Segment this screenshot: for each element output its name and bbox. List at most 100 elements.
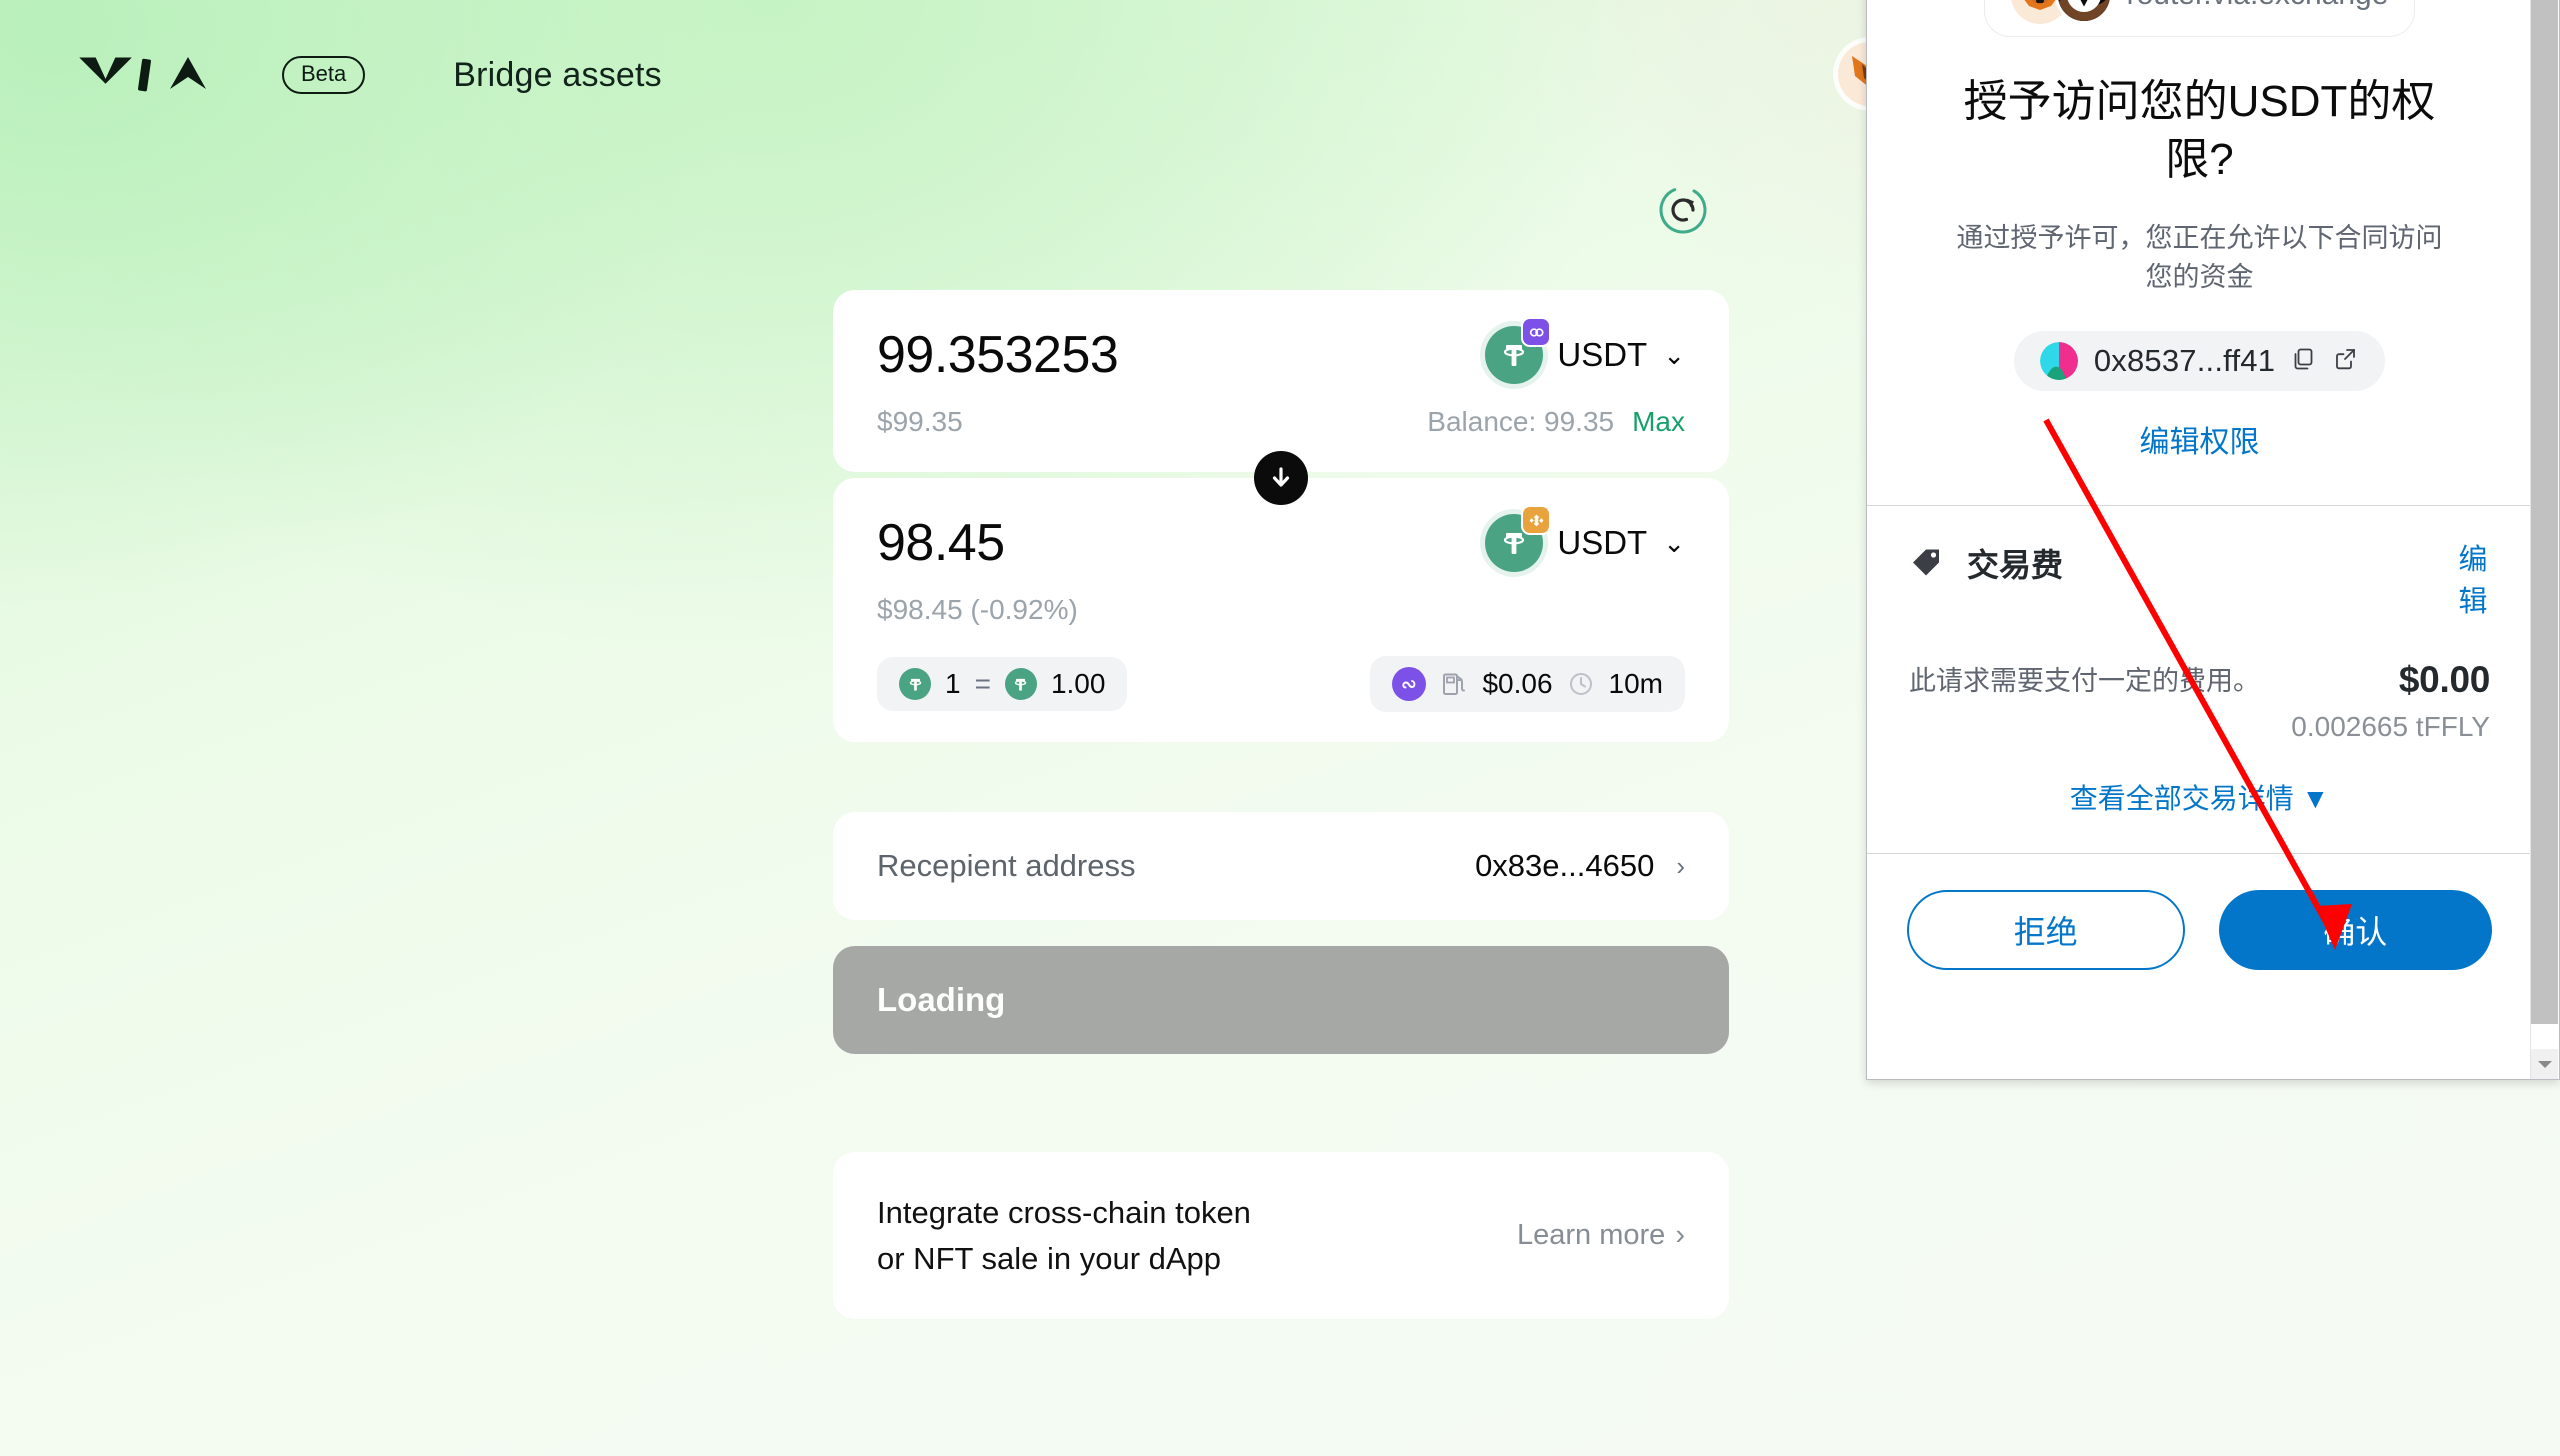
reject-button[interactable]: 拒绝: [1907, 889, 2185, 970]
rate-equals-sign: =: [974, 668, 991, 699]
from-amount-row: 99.353253 USDT ⌄: [877, 317, 1685, 384]
transaction-fee-body: 此请求需要支付一定的费用。 $0.00 0.002665 tFFLY: [1909, 659, 2490, 743]
permission-description: 通过授予许可，您正在允许以下合同访问您的资金: [1956, 223, 2443, 293]
transaction-fee-native: 0.002665 tFFLY: [2291, 710, 2490, 742]
copy-icon[interactable]: [2291, 346, 2317, 377]
chevron-right-icon: ›: [1676, 850, 1685, 881]
from-amount-input[interactable]: 99.353253: [877, 328, 1119, 383]
identicon-glyph-icon: [2039, 342, 2078, 381]
rate-right-amount: 1.00: [1050, 668, 1106, 699]
scroll-down-arrow-icon[interactable]: [2531, 1049, 2558, 1079]
external-link-icon[interactable]: [2333, 346, 2359, 377]
metamask-origin-wrap: router.via.exchange: [1867, 0, 2532, 37]
usdt-icon: [899, 668, 931, 700]
copy-glyph-icon: [2294, 348, 2313, 370]
edit-permission-link[interactable]: 编辑权限: [1867, 417, 2532, 461]
scroll-down-glyph-icon: [2537, 1061, 2552, 1068]
recipient-address-row[interactable]: Recepient address 0x83e...4650 ›: [833, 812, 1729, 920]
from-balance-wrap: Balance: 99.35 Max: [1427, 406, 1685, 438]
bnb-glyph-icon: [1529, 514, 1544, 526]
chevron-down-icon: ⌄: [1663, 528, 1685, 558]
via-site-glyph-icon: [2057, 0, 2110, 21]
permission-title: 授予访问您的USDT的权限?: [1963, 77, 2436, 185]
gas-cost-value: $0.06: [1482, 668, 1553, 699]
rate-left-amount: 1: [945, 668, 961, 699]
to-token-card: 98.45 USDT ⌄ $98.45 (-0.92%) 1 = 1.00 $0…: [833, 451, 1729, 742]
refresh-icon: [1659, 186, 1707, 234]
origin-url: router.via.exchange: [2127, 0, 2389, 12]
from-balance-label: Balance: 99.35: [1427, 406, 1615, 437]
tag-icon: [1909, 543, 1945, 584]
confirm-button[interactable]: 确认: [2218, 889, 2492, 970]
contract-address-wrap: 0x8537...ff41: [1867, 331, 2532, 392]
to-amount-value[interactable]: 98.45: [877, 516, 1005, 571]
from-usd-value: $99.35: [877, 406, 963, 437]
beta-badge: Beta: [282, 56, 366, 94]
to-token-icon-wrap: [1485, 505, 1552, 572]
clock-icon: [1567, 670, 1595, 698]
bridge-main-column: 99.353253 USDT ⌄ $99.35 Balance: 99.35 M…: [833, 0, 1729, 1320]
polygon-glyph-icon: [1529, 327, 1544, 337]
to-amount-row: 98.45 USDT ⌄: [877, 505, 1685, 572]
refresh-row: [833, 0, 1729, 290]
tether-glyph-icon: [909, 678, 921, 691]
clock-glyph-icon: [1569, 673, 1592, 695]
metamask-popup-body: router.via.exchange 授予访问您的USDT的权限? 通过授予许…: [1867, 0, 2532, 1079]
origin-avatars: [2010, 0, 2113, 24]
view-full-details-link[interactable]: 查看全部交易详情 ▼: [1909, 777, 2490, 817]
page-title: Bridge assets: [453, 55, 662, 94]
view-full-details-label: 查看全部交易详情: [2069, 782, 2294, 814]
primary-action-button: Loading: [833, 946, 1729, 1054]
max-button[interactable]: Max: [1632, 406, 1685, 438]
to-token-symbol: USDT: [1557, 524, 1648, 561]
from-token-card: 99.353253 USDT ⌄ $99.35 Balance: 99.35 M…: [833, 290, 1729, 472]
via-site-icon: [2054, 0, 2113, 24]
tag-glyph-icon: [1913, 549, 1939, 576]
transaction-fee-section: 交易费 编辑 此请求需要支付一定的费用。 $0.00 0.002665 tFFL…: [1867, 506, 2532, 816]
transaction-fee-header: 交易费 编辑: [1909, 540, 2490, 622]
bnb-chain-badge: [1521, 505, 1552, 535]
route-provider-icon: [1392, 667, 1427, 701]
to-token-selector[interactable]: USDT ⌄: [1485, 505, 1685, 572]
metamask-confirmation-popup: router.via.exchange 授予访问您的USDT的权限? 通过授予许…: [1866, 0, 2560, 1080]
origin-pill: router.via.exchange: [1983, 0, 2416, 37]
exchange-rate-pill[interactable]: 1 = 1.00: [877, 657, 1128, 711]
identicon-icon: [2039, 342, 2078, 381]
via-logo-icon: [79, 57, 206, 92]
gas-pump-glyph-icon: [1443, 673, 1466, 695]
recipient-address-label: Recepient address: [877, 848, 1136, 883]
route-summary-row: 1 = 1.00 $0.06 10m: [877, 656, 1685, 712]
to-sub-row: $98.45 (-0.92%): [877, 594, 1685, 626]
learn-more-label: Learn more: [1517, 1219, 1666, 1252]
from-token-symbol: USDT: [1557, 336, 1648, 373]
chevron-down-icon: ⌄: [1663, 340, 1685, 370]
usdt-icon: [1004, 668, 1037, 700]
swap-arrow-down-icon: [1272, 467, 1290, 487]
via-logo[interactable]: Beta: [78, 53, 366, 97]
recipient-address-value: 0x83e...4650: [1475, 848, 1655, 883]
transaction-fee-label: 交易费: [1967, 547, 2064, 584]
recipient-address-value-wrap: 0x83e...4650 ›: [1475, 848, 1685, 884]
from-sub-row: $99.35 Balance: 99.35 Max: [877, 406, 1685, 438]
scrollbar-thumb[interactable]: [2531, 0, 2558, 1024]
polygon-chain-badge: [1521, 317, 1552, 347]
popup-scrollbar[interactable]: [2530, 0, 2559, 1079]
external-link-glyph-icon: [2336, 349, 2356, 370]
tether-glyph-icon: [1015, 678, 1027, 691]
primary-action-label: Loading: [877, 981, 1006, 1018]
contract-address-value: 0x8537...ff41: [2093, 343, 2276, 379]
promo-line-1: Integrate cross-chain token: [877, 1195, 1251, 1230]
caret-down-icon: ▼: [2301, 782, 2330, 814]
metamask-action-buttons: 拒绝 确认: [1867, 854, 2532, 1010]
from-token-selector[interactable]: USDT ⌄: [1485, 317, 1685, 384]
transaction-fee-fiat: $0.00: [2398, 658, 2490, 700]
transaction-fee-note: 此请求需要支付一定的费用。: [1909, 665, 2260, 696]
route-cost-pill[interactable]: $0.06 10m: [1370, 656, 1685, 712]
swap-direction-button[interactable]: [1254, 451, 1308, 505]
route-glyph-icon: [1402, 680, 1416, 689]
contract-address-pill[interactable]: 0x8537...ff41: [2013, 331, 2386, 392]
refresh-button[interactable]: [1655, 182, 1711, 238]
integrate-promo-card: Integrate cross-chain token or NFT sale …: [833, 1152, 1729, 1320]
learn-more-link[interactable]: Learn more ›: [1517, 1219, 1685, 1252]
edit-fee-link[interactable]: 编辑: [2456, 540, 2490, 622]
